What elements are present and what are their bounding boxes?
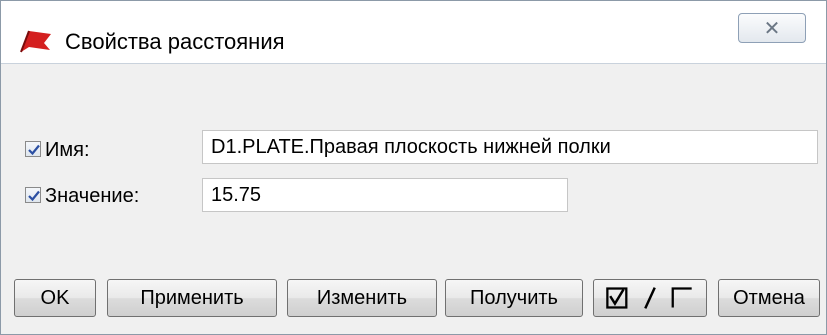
window-title: Свойства расстояния (65, 29, 285, 54)
name-row: Имя: (25, 135, 205, 165)
checkmark-icon (28, 144, 40, 156)
value-row: Значение: (25, 181, 205, 211)
cancel-button[interactable]: Отмена (718, 279, 820, 317)
name-label: Имя: (45, 139, 90, 161)
dialog-window: Свойства расстояния ✕ Имя: D1.PLATE.Прав… (0, 0, 827, 335)
value-input[interactable]: 15.75 (202, 178, 568, 212)
checkmark-icon (28, 190, 40, 202)
value-checkbox[interactable] (25, 187, 41, 203)
name-checkbox[interactable] (25, 141, 41, 157)
apply-button[interactable]: Применить (107, 279, 277, 317)
close-icon: ✕ (763, 16, 781, 40)
modify-button[interactable]: Изменить (287, 279, 437, 317)
title-bar[interactable]: Свойства расстояния ✕ (1, 1, 826, 64)
name-input[interactable]: D1.PLATE.Правая плоскость нижней полки (202, 130, 818, 164)
red-flag-icon (20, 30, 51, 53)
value-label: Значение: (45, 185, 140, 207)
close-button[interactable]: ✕ (738, 13, 806, 43)
ok-button[interactable]: OK (14, 279, 96, 317)
check-toggle-icon (606, 287, 692, 309)
get-button[interactable]: Получить (445, 279, 583, 317)
toggle-all-button[interactable] (593, 279, 707, 317)
